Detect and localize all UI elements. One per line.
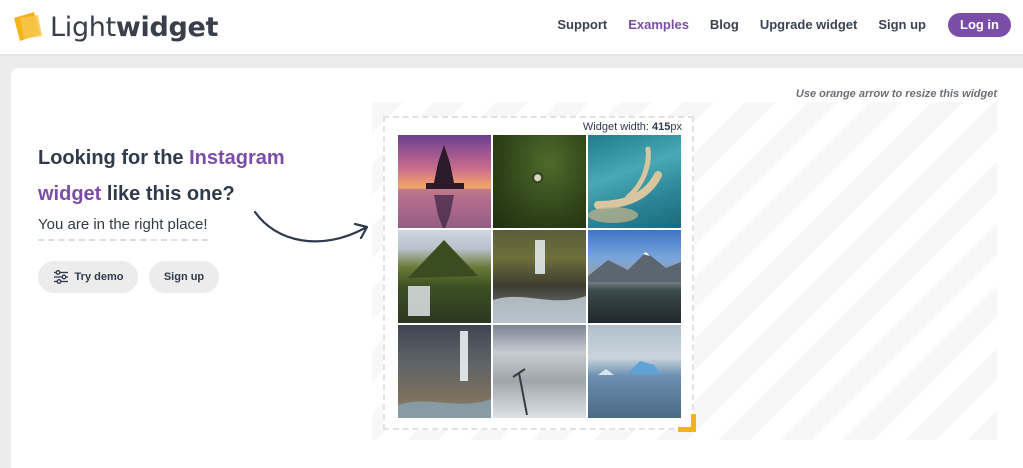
resize-corner-icon[interactable] bbox=[678, 414, 696, 432]
lightwidget-logo-icon bbox=[12, 10, 46, 44]
nav-upgrade-widget[interactable]: Upgrade widget bbox=[760, 13, 858, 37]
hero-signup-button[interactable]: Sign up bbox=[149, 261, 219, 293]
nav-support[interactable]: Support bbox=[557, 13, 607, 37]
nav-examples[interactable]: Examples bbox=[628, 13, 689, 37]
photo-temple-sunset[interactable] bbox=[398, 135, 491, 228]
brand-logo[interactable]: Lightwidget bbox=[12, 8, 218, 46]
nav-sign-up[interactable]: Sign up bbox=[878, 13, 926, 37]
photo-iceberg-lagoon[interactable] bbox=[588, 325, 681, 418]
main-nav: Support Examples Blog Upgrade widget Sig… bbox=[536, 13, 1011, 37]
widget-width-label: Widget width: 415px bbox=[582, 121, 682, 133]
photo-green-field-aerial[interactable] bbox=[493, 135, 586, 228]
hero-card: Use orange arrow to resize this widget L… bbox=[11, 68, 1023, 468]
hero-subline: You are in the right place! bbox=[38, 216, 208, 241]
top-header: Lightwidget Support Examples Blog Upgrad… bbox=[0, 0, 1023, 54]
sliders-icon bbox=[53, 270, 68, 284]
login-button[interactable]: Log in bbox=[948, 13, 1011, 37]
photo-grid bbox=[398, 135, 682, 419]
photo-river-waterfall[interactable] bbox=[493, 230, 586, 323]
photo-mountains-lake[interactable] bbox=[588, 230, 681, 323]
photo-mountain-waterfall[interactable] bbox=[398, 230, 491, 323]
try-demo-label: Try demo bbox=[74, 271, 124, 283]
try-demo-button[interactable]: Try demo bbox=[38, 261, 138, 293]
resize-hint: Use orange arrow to resize this widget bbox=[795, 88, 997, 100]
logo-text: Lightwidget bbox=[50, 11, 219, 43]
photo-coastal-road-aerial[interactable] bbox=[588, 135, 681, 228]
hero-headline: Looking for the Instagram widget like thi… bbox=[38, 147, 285, 205]
instagram-widget-preview: Widget width: 415px bbox=[383, 116, 696, 432]
photo-glacier-ice[interactable] bbox=[493, 325, 586, 418]
photo-basalt-waterfall[interactable] bbox=[398, 325, 491, 418]
curved-arrow-icon bbox=[253, 210, 369, 243]
nav-blog[interactable]: Blog bbox=[710, 13, 739, 37]
